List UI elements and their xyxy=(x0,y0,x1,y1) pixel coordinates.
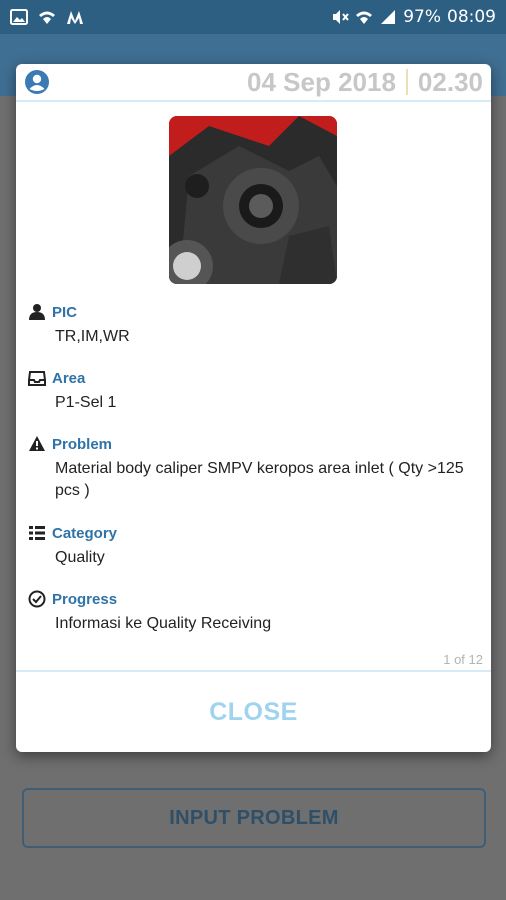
user-avatar-icon xyxy=(25,70,49,94)
wifi-icon xyxy=(356,11,373,24)
field-label: Progress xyxy=(52,590,118,608)
field-value: Quality xyxy=(55,549,105,566)
field-label: Category xyxy=(52,524,118,542)
field-problem: Problem Material body caliper SMPV kerop… xyxy=(28,434,478,502)
battery-level: 97% xyxy=(403,7,441,27)
status-bar: 97% 08:09 xyxy=(0,0,506,34)
problem-photo xyxy=(169,116,337,284)
image-icon xyxy=(10,9,28,25)
check-circle-icon xyxy=(28,590,46,608)
date-divider xyxy=(405,69,408,95)
list-icon xyxy=(29,526,45,540)
clock: 08:09 xyxy=(447,7,496,27)
field-progress: Progress Informasi ke Quality Receiving xyxy=(28,589,478,635)
field-value: TR,IM,WR xyxy=(55,328,130,345)
person-icon xyxy=(29,304,45,320)
input-problem-button[interactable]: INPUT PROBLEM xyxy=(22,788,486,848)
field-pic: PIC TR,IM,WR xyxy=(28,302,478,348)
dialog-date: 04 Sep 2018 xyxy=(247,66,396,97)
dialog-datetime: 04 Sep 2018 02.30 xyxy=(247,67,483,98)
field-area: Area P1-Sel 1 xyxy=(28,368,478,414)
field-label: PIC xyxy=(52,303,78,321)
close-button[interactable]: CLOSE xyxy=(209,698,298,727)
dialog-footer: CLOSE xyxy=(16,670,491,752)
field-category: Category Quality xyxy=(28,523,478,569)
dialog-header: 04 Sep 2018 02.30 xyxy=(16,64,491,102)
problem-detail-dialog: 04 Sep 2018 02.30 PIC TR,IM,WR Area P1-S… xyxy=(16,64,491,752)
field-value: P1-Sel 1 xyxy=(55,394,117,411)
warning-icon xyxy=(29,436,45,451)
inbox-icon xyxy=(28,371,46,386)
field-value: Material body caliper SMPV keropos area … xyxy=(55,460,464,499)
dialog-time: 02.30 xyxy=(417,66,483,97)
pager-indicator: 1 of 12 xyxy=(443,652,483,667)
field-label: Problem xyxy=(52,435,113,453)
field-value: Informasi ke Quality Receiving xyxy=(55,615,272,632)
signal-icon xyxy=(381,10,396,24)
app-icon xyxy=(67,11,83,24)
wifi-icon xyxy=(39,11,55,24)
mute-icon xyxy=(333,10,349,24)
field-label: Area xyxy=(52,369,86,387)
